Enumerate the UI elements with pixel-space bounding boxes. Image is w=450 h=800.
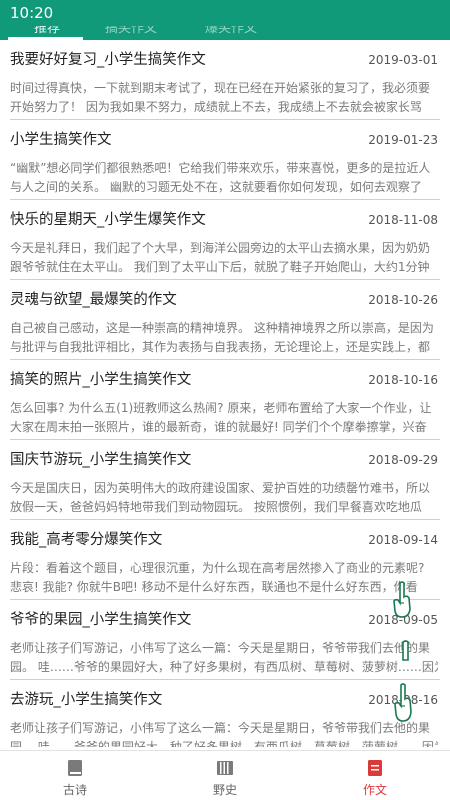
tab-hilarious-essays[interactable]: 爆笑作文 xyxy=(205,26,257,36)
item-title: 小学生搞笑作文 xyxy=(10,132,112,148)
item-title: 爷爷的果园_小学生搞笑作文 xyxy=(10,612,192,628)
excerpt-line: 自己被自己感动，这是一种崇高的精神境界。 这种精神境界之所以崇高，是因为 xyxy=(10,321,434,335)
list-item[interactable]: 我能_高考零分爆笑作文 2018-09-14 片段：看着这个题目，心理很沉重，为… xyxy=(10,520,440,600)
list-item[interactable]: 我要好好复习_小学生搞笑作文 2019-03-01 时间过得真快，一下就到期末考… xyxy=(10,40,440,120)
status-bar: 10:20 xyxy=(0,0,450,26)
status-time: 10:20 xyxy=(10,4,54,22)
item-title: 我能_高考零分爆笑作文 xyxy=(10,532,163,548)
excerpt-line: 怎么回事? 为什么五(1)班教师这么热闹? 原来，老师布置给了大家一个作业，让 xyxy=(10,401,432,415)
excerpt-line: 老师让孩子们写游记，小伟写了这么一篇：今天是星期日，爷爷带我们去他的果 xyxy=(10,641,431,655)
item-date: 2018-10-26 xyxy=(368,293,438,307)
list-item[interactable]: 爷爷的果园_小学生搞笑作文 2018-09-05 老师让孩子们写游记，小伟写了这… xyxy=(10,600,440,680)
excerpt-line: 放假一天，爸爸妈妈特地带我们到动物园玩。 按照惯例，我们早餐喜欢吃地瓜 xyxy=(10,500,422,514)
pointing-hand-icon xyxy=(393,581,411,618)
item-title: 国庆节游玩_小学生搞笑作文 xyxy=(10,452,192,468)
excerpt-line: 片段：看着这个题目，心理很沉重，为什么现在高考居然掺入了商业的元素呢? xyxy=(10,561,425,575)
item-date: 2018-11-08 xyxy=(368,213,438,227)
excerpt-line: 今天是礼拜日，我们起了个大早，到海洋公园旁边的太平山去摘水果，因为奶奶 xyxy=(10,241,431,255)
nav-label: 古诗 xyxy=(62,783,87,797)
excerpt-line: 老师让孩子们写游记，小伟写了这么一篇：今天是星期日，爷爷带我们去他的果 xyxy=(10,721,431,735)
item-title: 灵魂与欲望_最爆笑的作文 xyxy=(10,292,177,308)
scroll-icon xyxy=(217,761,233,775)
excerpt-line: 跟爷爷就住在太平山。 我们到了太平山下后，就脱了鞋子开始爬山，大约1分钟 xyxy=(10,260,430,274)
excerpt-line: 时间过得真快，一下就到期末考试了，现在已经在开始紧张的复习了，我必须要 xyxy=(10,81,431,95)
nav-label: 作文 xyxy=(362,783,387,797)
item-excerpt: 今天是礼拜日，我们起了个大早，到海洋公园旁边的太平山去摘水果，因为奶奶 跟爷爷就… xyxy=(10,239,438,277)
essay-list[interactable]: 我要好好复习_小学生搞笑作文 2019-03-01 时间过得真快，一下就到期末考… xyxy=(0,40,450,747)
item-title: 去游玩_小学生搞笑作文 xyxy=(10,692,163,708)
nav-label: 野史 xyxy=(212,783,237,797)
item-excerpt: 今天是国庆日，因为英明伟大的政府建设国家、爱护百姓的功绩罄竹难书，所以 放假一天… xyxy=(10,479,438,517)
nav-essays[interactable]: 作文 xyxy=(300,751,450,800)
excerpt-line: 与批评与自我批评相比，其作为表扬与自我表扬，无论理论上，还是实践上，都 xyxy=(10,340,431,354)
list-item[interactable]: 去游玩_小学生搞笑作文 2018-08-16 老师让孩子们写游记，小伟写了这么一… xyxy=(10,680,440,747)
item-excerpt: 片段：看着这个题目，心理很沉重，为什么现在高考居然掺入了商业的元素呢? 悲哀! … xyxy=(10,559,438,597)
finger-tap-icon xyxy=(402,640,409,661)
excerpt-line: 开始努力了！ 因为我如果不努力，成绩就上不去，我成绩上不去就会被家长骂 xyxy=(10,100,422,114)
excerpt-line: 今天是国庆日，因为英明伟大的政府建设国家、爱护百姓的功绩罄竹难书，所以 xyxy=(10,481,431,495)
item-excerpt: 老师让孩子们写游记，小伟写了这么一篇：今天是星期日，爷爷带我们去他的果 园。 哇… xyxy=(10,719,438,747)
item-title: 我要好好复习_小学生搞笑作文 xyxy=(10,52,206,68)
item-title: 快乐的星期天_小学生爆笑作文 xyxy=(10,212,206,228)
item-date: 2018-09-14 xyxy=(368,533,438,547)
nav-poems[interactable]: 古诗 xyxy=(0,751,150,800)
bottom-navigation: 古诗 野史 作文 xyxy=(0,750,450,800)
list-item[interactable]: 国庆节游玩_小学生搞笑作文 2018-09-29 今天是国庆日，因为英明伟大的政… xyxy=(10,440,440,520)
excerpt-line: 大家在周末拍一张照片，谁的最新奇，谁的就最好! 同学们个个摩拳擦掌，兴奋 xyxy=(10,420,427,434)
item-excerpt: 老师让孩子们写游记，小伟写了这么一篇：今天是星期日，爷爷带我们去他的果 园。 哇… xyxy=(10,639,438,677)
excerpt-line: 与人之间的关系。 幽默的习题无处不在，这就要看你如何发现，如何去观察了 xyxy=(10,180,422,194)
excerpt-line: “幽默”想必同学们都很熟悉吧！它给我们带来欢乐，带来喜悦，更多的是拉近人 xyxy=(10,161,431,175)
item-excerpt: “幽默”想必同学们都很熟悉吧！它给我们带来欢乐，带来喜悦，更多的是拉近人 与人之… xyxy=(10,159,438,197)
list-item[interactable]: 快乐的星期天_小学生爆笑作文 2018-11-08 今天是礼拜日，我们起了个大早… xyxy=(10,200,440,280)
item-date: 2018-10-16 xyxy=(368,373,438,387)
item-excerpt: 时间过得真快，一下就到期末考试了，现在已经在开始紧张的复习了，我必须要 开始努力… xyxy=(10,79,438,117)
list-item[interactable]: 灵魂与欲望_最爆笑的作文 2018-10-26 自己被自己感动，这是一种崇高的精… xyxy=(10,280,440,360)
item-date: 2019-01-23 xyxy=(368,133,438,147)
list-item[interactable]: 小学生搞笑作文 2019-01-23 “幽默”想必同学们都很熟悉吧！它给我们带来… xyxy=(10,120,440,200)
book-icon xyxy=(68,760,82,776)
nav-unofficial-history[interactable]: 野史 xyxy=(150,751,300,800)
list-item[interactable]: 搞笑的照片_小学生搞笑作文 2018-10-16 怎么回事? 为什么五(1)班教… xyxy=(10,360,440,440)
tab-funny-essays[interactable]: 搞笑作文 xyxy=(105,26,157,36)
excerpt-line: 园。 哇……爷爷的果园好大，种了好多果树，有西瓜树、草莓树、菠萝树……因为 xyxy=(10,660,438,674)
essay-icon xyxy=(368,760,382,776)
item-title: 搞笑的照片_小学生搞笑作文 xyxy=(10,372,192,388)
item-excerpt: 自己被自己感动，这是一种崇高的精神境界。 这种精神境界之所以崇高，是因为 与批评… xyxy=(10,319,438,357)
item-date: 2019-03-01 xyxy=(368,53,438,67)
item-date: 2018-09-29 xyxy=(368,453,438,467)
pointing-hand-icon xyxy=(394,683,412,722)
excerpt-line: 悲哀! 我能? 你就牛B吧! 移动不是什么好东西，联通也不是什么好东西，你看 xyxy=(10,580,418,594)
category-tab-strip: 推荐 搞笑作文 爆笑作文 xyxy=(0,26,450,40)
tab-recommended[interactable]: 推荐 xyxy=(34,26,60,36)
item-excerpt: 怎么回事? 为什么五(1)班教师这么热闹? 原来，老师布置给了大家一个作业，让 … xyxy=(10,399,438,437)
excerpt-line: 园。 哇……爷爷的果园好大，种了好多果树，有西瓜树、草莓树、菠萝树……因为 xyxy=(10,740,438,747)
